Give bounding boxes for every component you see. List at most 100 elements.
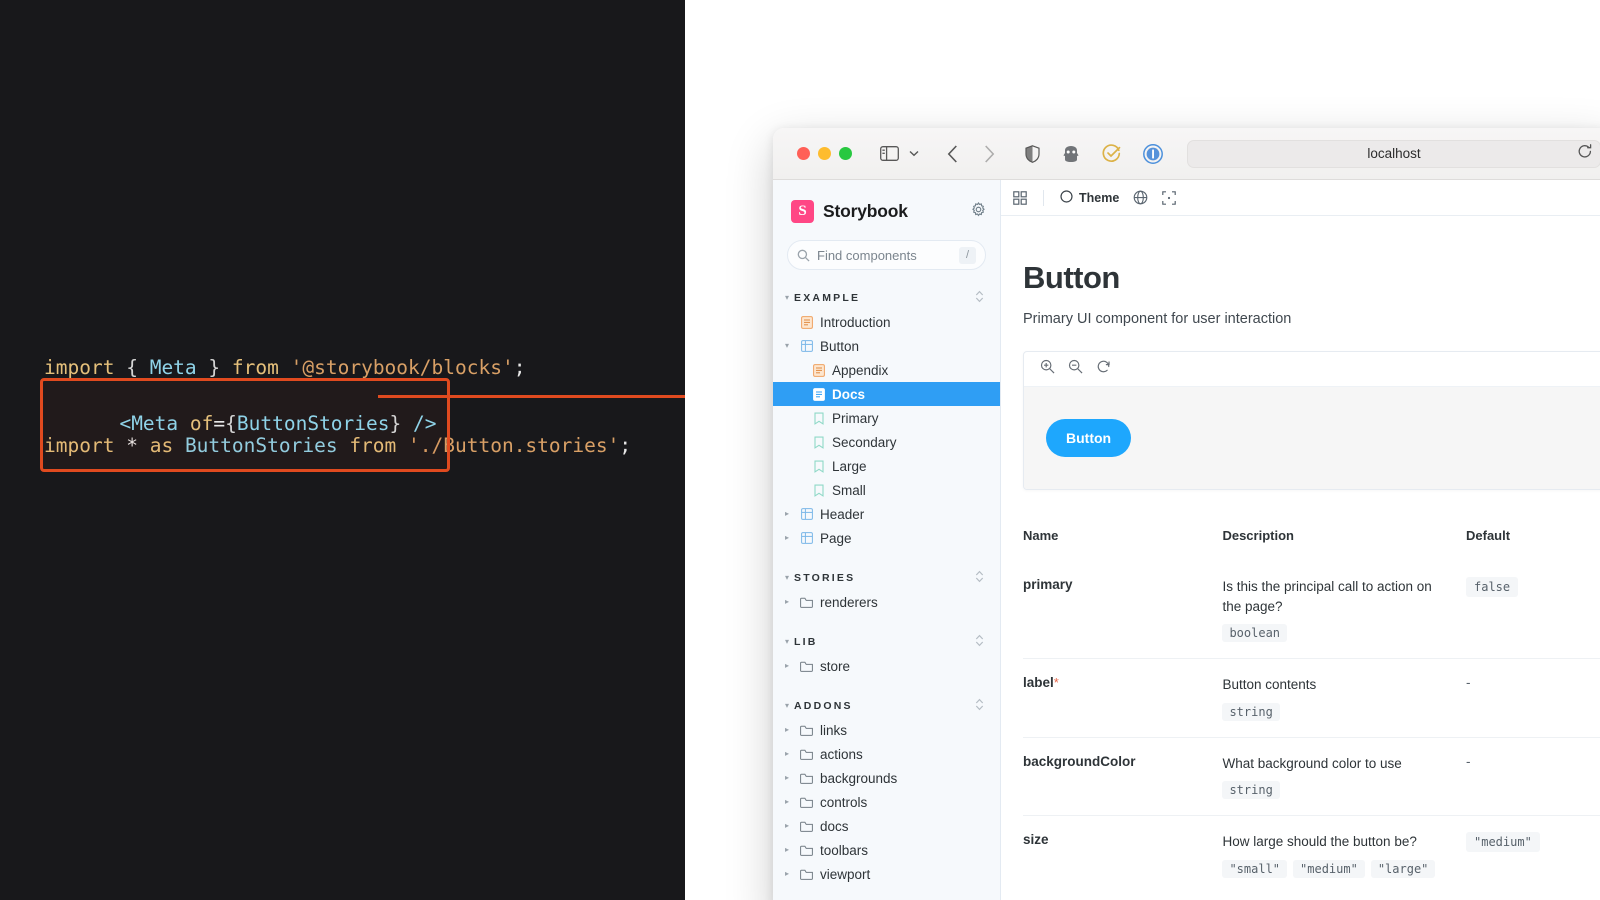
code-meta-token: } — [389, 412, 402, 435]
twisty-icon[interactable]: ▸ — [785, 598, 793, 606]
code-highlighted-meta-line: <Meta of={ButtonStories} /> — [40, 378, 450, 472]
sidebar-item-toolbars[interactable]: ▸ toolbars — [773, 838, 1000, 862]
header-default: Default — [1466, 528, 1511, 543]
prop-default-value: - — [1466, 675, 1471, 691]
prop-default-value: - — [1466, 753, 1471, 769]
sidebar-item-appendix[interactable]: Appendix — [773, 358, 1000, 382]
measure-icon[interactable] — [1162, 190, 1177, 205]
sidebar-item-backgrounds[interactable]: ▸ backgrounds — [773, 766, 1000, 790]
doc-orange-icon — [812, 363, 825, 377]
sidebar-section-lib[interactable]: ▾ LIB — [773, 634, 1000, 650]
prop-name: primary — [1023, 577, 1073, 592]
globe-icon[interactable] — [1133, 190, 1148, 205]
docs-toolbar: Theme — [1001, 180, 1600, 216]
window-traffic-lights[interactable] — [797, 147, 852, 160]
twisty-icon[interactable]: ▸ — [785, 662, 793, 670]
zoom-in-icon[interactable] — [1040, 359, 1055, 379]
gear-icon[interactable] — [971, 201, 986, 222]
sidebar-item-primary[interactable]: Primary — [773, 406, 1000, 430]
twisty-icon[interactable]: ▾ — [785, 342, 793, 350]
sidebar-item-label: Header — [820, 506, 865, 522]
sidebar-section-stories[interactable]: ▾ STORIES — [773, 570, 1000, 586]
browser-window: localhost S Storybook Find components / … — [773, 128, 1600, 900]
twisty-icon[interactable]: ▸ — [785, 510, 793, 518]
reload-icon[interactable] — [1578, 143, 1592, 164]
zoom-out-icon[interactable] — [1068, 359, 1083, 379]
sidebar-item-introduction[interactable]: Introduction — [773, 310, 1000, 334]
twisty-icon[interactable]: ▸ — [785, 726, 793, 734]
twisty-icon[interactable]: ▸ — [785, 534, 793, 542]
prop-name-cell: size — [1023, 815, 1223, 894]
close-window-button[interactable] — [797, 147, 810, 160]
shield-icon[interactable] — [1025, 144, 1040, 163]
sidebar-toggle-icon[interactable] — [880, 146, 899, 161]
sidebar-item-label: Appendix — [832, 362, 889, 378]
sidebar-item-label: store — [820, 658, 851, 674]
docs-content: Button Primary UI component for user int… — [1001, 216, 1600, 894]
sidebar-item-controls[interactable]: ▸ controls — [773, 790, 1000, 814]
check-circle-icon[interactable] — [1102, 144, 1121, 163]
address-bar[interactable]: localhost — [1187, 139, 1600, 168]
sidebar-section-addons[interactable]: ▾ ADDONS — [773, 698, 1000, 714]
folder-icon — [800, 868, 813, 881]
sidebar-item-viewport[interactable]: ▸ viewport — [773, 862, 1000, 886]
story-icon — [812, 436, 825, 449]
expand-all-icon[interactable] — [975, 290, 984, 306]
prop-description-cell: Button contents string — [1222, 658, 1466, 738]
sidebar-item-label: Docs — [832, 386, 866, 402]
code-meta-token: = — [213, 412, 226, 435]
chevron-down-icon[interactable] — [909, 150, 919, 157]
sidebar-item-header[interactable]: ▸ Header — [773, 502, 1000, 526]
minimize-window-button[interactable] — [818, 147, 831, 160]
sidebar-item-label: controls — [820, 794, 868, 810]
theme-toggle[interactable]: Theme — [1060, 189, 1119, 206]
sidebar-item-store[interactable]: ▸ store — [773, 654, 1000, 678]
sidebar-item-secondary[interactable]: Secondary — [773, 430, 1000, 454]
back-icon[interactable] — [947, 144, 958, 163]
twisty-icon[interactable]: ▸ — [785, 750, 793, 758]
twisty-icon[interactable]: ▸ — [785, 798, 793, 806]
folder-icon — [800, 844, 813, 857]
sidebar-item-button[interactable]: ▾ Button — [773, 334, 1000, 358]
prop-type-chips: "small" "medium" "large" — [1222, 852, 1448, 878]
header-description: Description — [1222, 528, 1294, 543]
twisty-icon[interactable]: ▸ — [785, 774, 793, 782]
sidebar-item-links[interactable]: ▸ links — [773, 718, 1000, 742]
sidebar-item-renderers[interactable]: ▸ renderers — [773, 590, 1000, 614]
expand-all-icon[interactable] — [975, 570, 984, 586]
sidebar-item-docs[interactable]: Docs — [773, 382, 1000, 406]
toolbar-divider — [1043, 189, 1044, 206]
forward-icon[interactable] — [984, 144, 995, 163]
sidebar-section-example[interactable]: ▾ EXAMPLE — [773, 290, 1000, 306]
table-row: label* Button contents string - — [1023, 658, 1600, 738]
grid-icon[interactable] — [1013, 190, 1027, 205]
table-row: primary Is this the principal call to act… — [1023, 561, 1600, 659]
twisty-icon[interactable]: ▸ — [785, 846, 793, 854]
prop-name: label — [1023, 675, 1054, 691]
storybook-brand-name: Storybook — [823, 201, 908, 221]
code-meta-token: { — [225, 412, 237, 435]
twisty-icon[interactable]: ▸ — [785, 870, 793, 878]
sidebar-item-docs[interactable]: ▸ docs — [773, 814, 1000, 838]
extension-icon[interactable] — [1062, 145, 1080, 163]
search-icon — [797, 249, 810, 262]
onepassword-icon[interactable] — [1143, 143, 1163, 164]
prop-name: backgroundColor — [1023, 753, 1136, 769]
zoom-reset-icon[interactable] — [1096, 359, 1111, 379]
demo-button[interactable]: Button — [1046, 419, 1132, 457]
section-caret-icon: ▾ — [785, 701, 790, 710]
zoom-window-button[interactable] — [839, 147, 852, 160]
expand-all-icon[interactable] — [975, 698, 984, 714]
twisty-icon[interactable]: ▸ — [785, 822, 793, 830]
sidebar-item-small[interactable]: Small — [773, 478, 1000, 502]
folder-icon — [800, 724, 813, 737]
sidebar-header: S Storybook — [773, 194, 1000, 223]
search-input[interactable]: Find components / — [787, 240, 986, 270]
sidebar-item-large[interactable]: Large — [773, 454, 1000, 478]
storybook-brand[interactable]: S Storybook — [791, 200, 908, 223]
sidebar-item-page[interactable]: ▸ Page — [773, 526, 1000, 550]
sidebar-item-actions[interactable]: ▸ actions — [773, 742, 1000, 766]
expand-all-icon[interactable] — [975, 634, 984, 650]
section-title: LIB — [794, 636, 818, 648]
